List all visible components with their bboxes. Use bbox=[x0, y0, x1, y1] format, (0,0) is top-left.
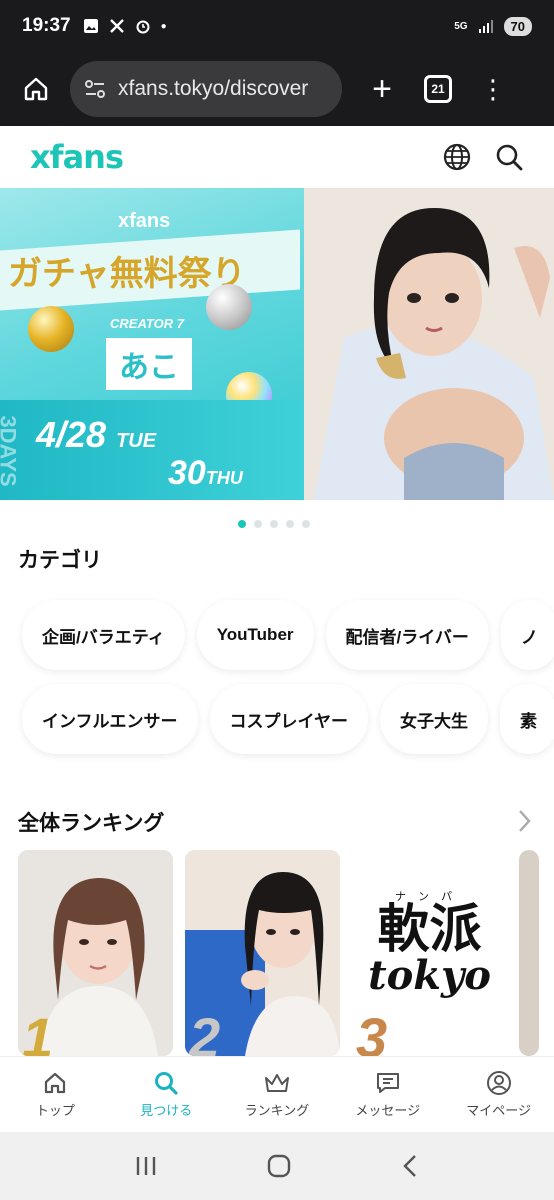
dot-icon: ● bbox=[160, 20, 167, 32]
home-icon bbox=[24, 77, 48, 101]
banner-day-end: THU bbox=[205, 468, 243, 488]
nav-label: マイページ bbox=[466, 1103, 531, 1118]
silver-ball-icon bbox=[206, 284, 252, 330]
promo-banner[interactable]: xfans ガチャ無料祭り CREATOR 7 あこ 3DAYS 4/28 TU… bbox=[0, 188, 554, 500]
category-chip[interactable]: インフルエンサー bbox=[22, 684, 198, 754]
url-bar[interactable]: xfans.tokyo/discover bbox=[70, 61, 342, 117]
carousel-dot[interactable] bbox=[254, 520, 262, 528]
person-icon bbox=[486, 1071, 511, 1095]
banner-brand: xfans bbox=[118, 210, 171, 232]
tab-switcher-button[interactable]: 21 bbox=[424, 75, 452, 103]
nav-label: トップ bbox=[35, 1103, 75, 1118]
chevron-right-icon[interactable] bbox=[514, 808, 534, 834]
gold-ball-icon bbox=[28, 306, 74, 352]
category-chip[interactable]: 配信者/ライバー bbox=[325, 600, 489, 670]
bottom-nav: トップ 見つける ランキング メッセージ マイページ bbox=[0, 1056, 554, 1132]
nav-ranking[interactable]: ランキング bbox=[222, 1057, 333, 1132]
back-icon[interactable] bbox=[399, 1153, 421, 1179]
banner-date-end: 30 bbox=[168, 454, 206, 492]
category-chip[interactable]: YouTuber bbox=[196, 600, 314, 670]
banner-date-start: 4/28 bbox=[36, 414, 107, 455]
status-bar: 19:37 ● 5G 70 bbox=[0, 0, 554, 52]
x-icon bbox=[109, 19, 124, 33]
nav-label: メッセージ bbox=[355, 1103, 421, 1118]
new-tab-button[interactable]: + bbox=[364, 70, 400, 109]
search-icon bbox=[155, 1072, 178, 1095]
site-settings-icon[interactable] bbox=[84, 78, 106, 100]
nav-messages[interactable]: メッセージ bbox=[332, 1057, 443, 1132]
carousel-dot[interactable] bbox=[238, 520, 246, 528]
site-header: xfans bbox=[0, 126, 554, 188]
site-logo[interactable]: xfans bbox=[30, 138, 124, 176]
crown-icon bbox=[264, 1074, 289, 1092]
ranking-card[interactable]: ナンパ 軟派 tokyo 3 bbox=[352, 850, 507, 1056]
banner-creator-label: CREATOR 7 bbox=[110, 316, 184, 331]
network-label: 5G bbox=[454, 20, 468, 32]
nav-label: ランキング bbox=[244, 1103, 310, 1118]
ranking-card[interactable] bbox=[519, 850, 539, 1056]
ranking-card[interactable]: 1 bbox=[18, 850, 173, 1056]
globe-icon[interactable] bbox=[442, 142, 472, 172]
nav-discover[interactable]: 見つける bbox=[111, 1057, 222, 1132]
category-chip[interactable]: ノ bbox=[500, 600, 554, 670]
rank-number: 3 bbox=[356, 1006, 388, 1056]
system-nav-bar bbox=[0, 1132, 554, 1200]
ranking-cards: 1 2 ナンパ 軟派 tokyo 3 bbox=[18, 850, 539, 1056]
browser-toolbar: xfans.tokyo/discover + 21 ⋮ bbox=[0, 52, 554, 126]
carousel-dot[interactable] bbox=[286, 520, 294, 528]
carousel-dots bbox=[238, 520, 310, 528]
ranking-title: 全体ランキング bbox=[18, 812, 165, 835]
battery-badge: 70 bbox=[503, 16, 532, 36]
more-menu-icon[interactable]: ⋮ bbox=[480, 74, 506, 105]
browser-home-button[interactable] bbox=[14, 67, 58, 111]
search-icon[interactable] bbox=[494, 142, 524, 172]
banner-creator-name: あこ bbox=[106, 338, 192, 390]
category-chip[interactable]: 素 bbox=[500, 684, 554, 754]
banner-side-text: 3DAYS bbox=[0, 415, 21, 487]
carousel-dot[interactable] bbox=[302, 520, 310, 528]
home-button-icon[interactable] bbox=[266, 1153, 292, 1179]
rank-number: 2 bbox=[189, 1006, 221, 1056]
ranking-card[interactable]: 2 bbox=[185, 850, 340, 1056]
rank-number: 1 bbox=[22, 1006, 54, 1056]
category-chips-row-1: 企画/バラエティ YouTuber 配信者/ライバー ノ bbox=[22, 600, 554, 670]
banner-graphic: xfans ガチャ無料祭り CREATOR 7 あこ 3DAYS 4/28 TU… bbox=[0, 188, 304, 500]
recents-icon[interactable] bbox=[133, 1154, 159, 1178]
categories-title: カテゴリ bbox=[18, 549, 102, 572]
banner-title: ガチャ無料祭り bbox=[8, 255, 246, 293]
category-chip[interactable]: 企画/バラエティ bbox=[22, 600, 185, 670]
banner-day-start: TUE bbox=[116, 430, 157, 452]
creator-photo-image bbox=[304, 188, 554, 500]
status-time: 19:37 bbox=[22, 15, 71, 36]
message-icon bbox=[376, 1073, 399, 1093]
category-chip[interactable]: 女子大生 bbox=[380, 684, 488, 754]
nav-label: 見つける bbox=[140, 1103, 193, 1118]
url-text: xfans.tokyo/discover bbox=[118, 77, 309, 100]
nav-top[interactable]: トップ bbox=[0, 1057, 111, 1132]
banner-photo bbox=[304, 188, 554, 500]
carousel-dot[interactable] bbox=[270, 520, 278, 528]
alarm-icon bbox=[136, 20, 150, 34]
category-chip[interactable]: コスプレイヤー bbox=[209, 684, 368, 754]
nav-mypage[interactable]: マイページ bbox=[443, 1057, 554, 1132]
signal-icon bbox=[478, 20, 493, 33]
gallery-icon bbox=[83, 19, 98, 33]
category-chips-row-2: インフルエンサー コスプレイヤー 女子大生 素 bbox=[22, 684, 554, 754]
nanpa-tokyo-logo: ナンパ 軟派 tokyo bbox=[368, 891, 491, 999]
home-icon bbox=[45, 1072, 66, 1094]
